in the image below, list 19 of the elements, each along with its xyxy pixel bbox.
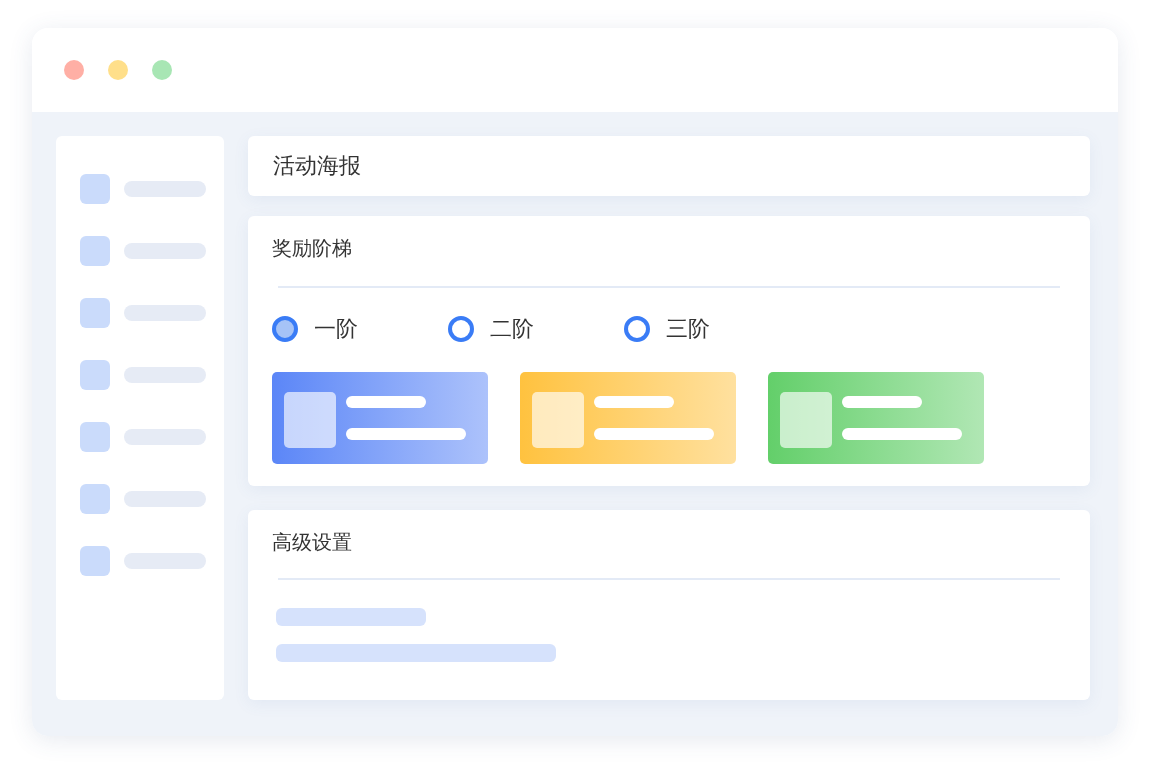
placeholder-icon [80,484,110,514]
section-title: 高级设置 [272,529,352,556]
placeholder-icon [80,546,110,576]
section-title: 奖励阶梯 [272,235,352,262]
placeholder-icon [284,392,336,448]
placeholder-icon [532,392,584,448]
radio-label: 三阶 [666,315,710,343]
placeholder-icon [780,392,832,448]
placeholder-icon [80,360,110,390]
radio-button[interactable] [272,316,298,342]
radio-button[interactable] [624,316,650,342]
placeholder-icon [80,174,110,204]
section-title: 活动海报 [273,152,361,180]
radio-label: 二阶 [490,315,534,343]
placeholder-icon [80,422,110,452]
placeholder-icon [80,298,110,328]
radio-button[interactable] [448,316,474,342]
radio-label: 一阶 [314,315,358,343]
placeholder-icon [80,236,110,266]
